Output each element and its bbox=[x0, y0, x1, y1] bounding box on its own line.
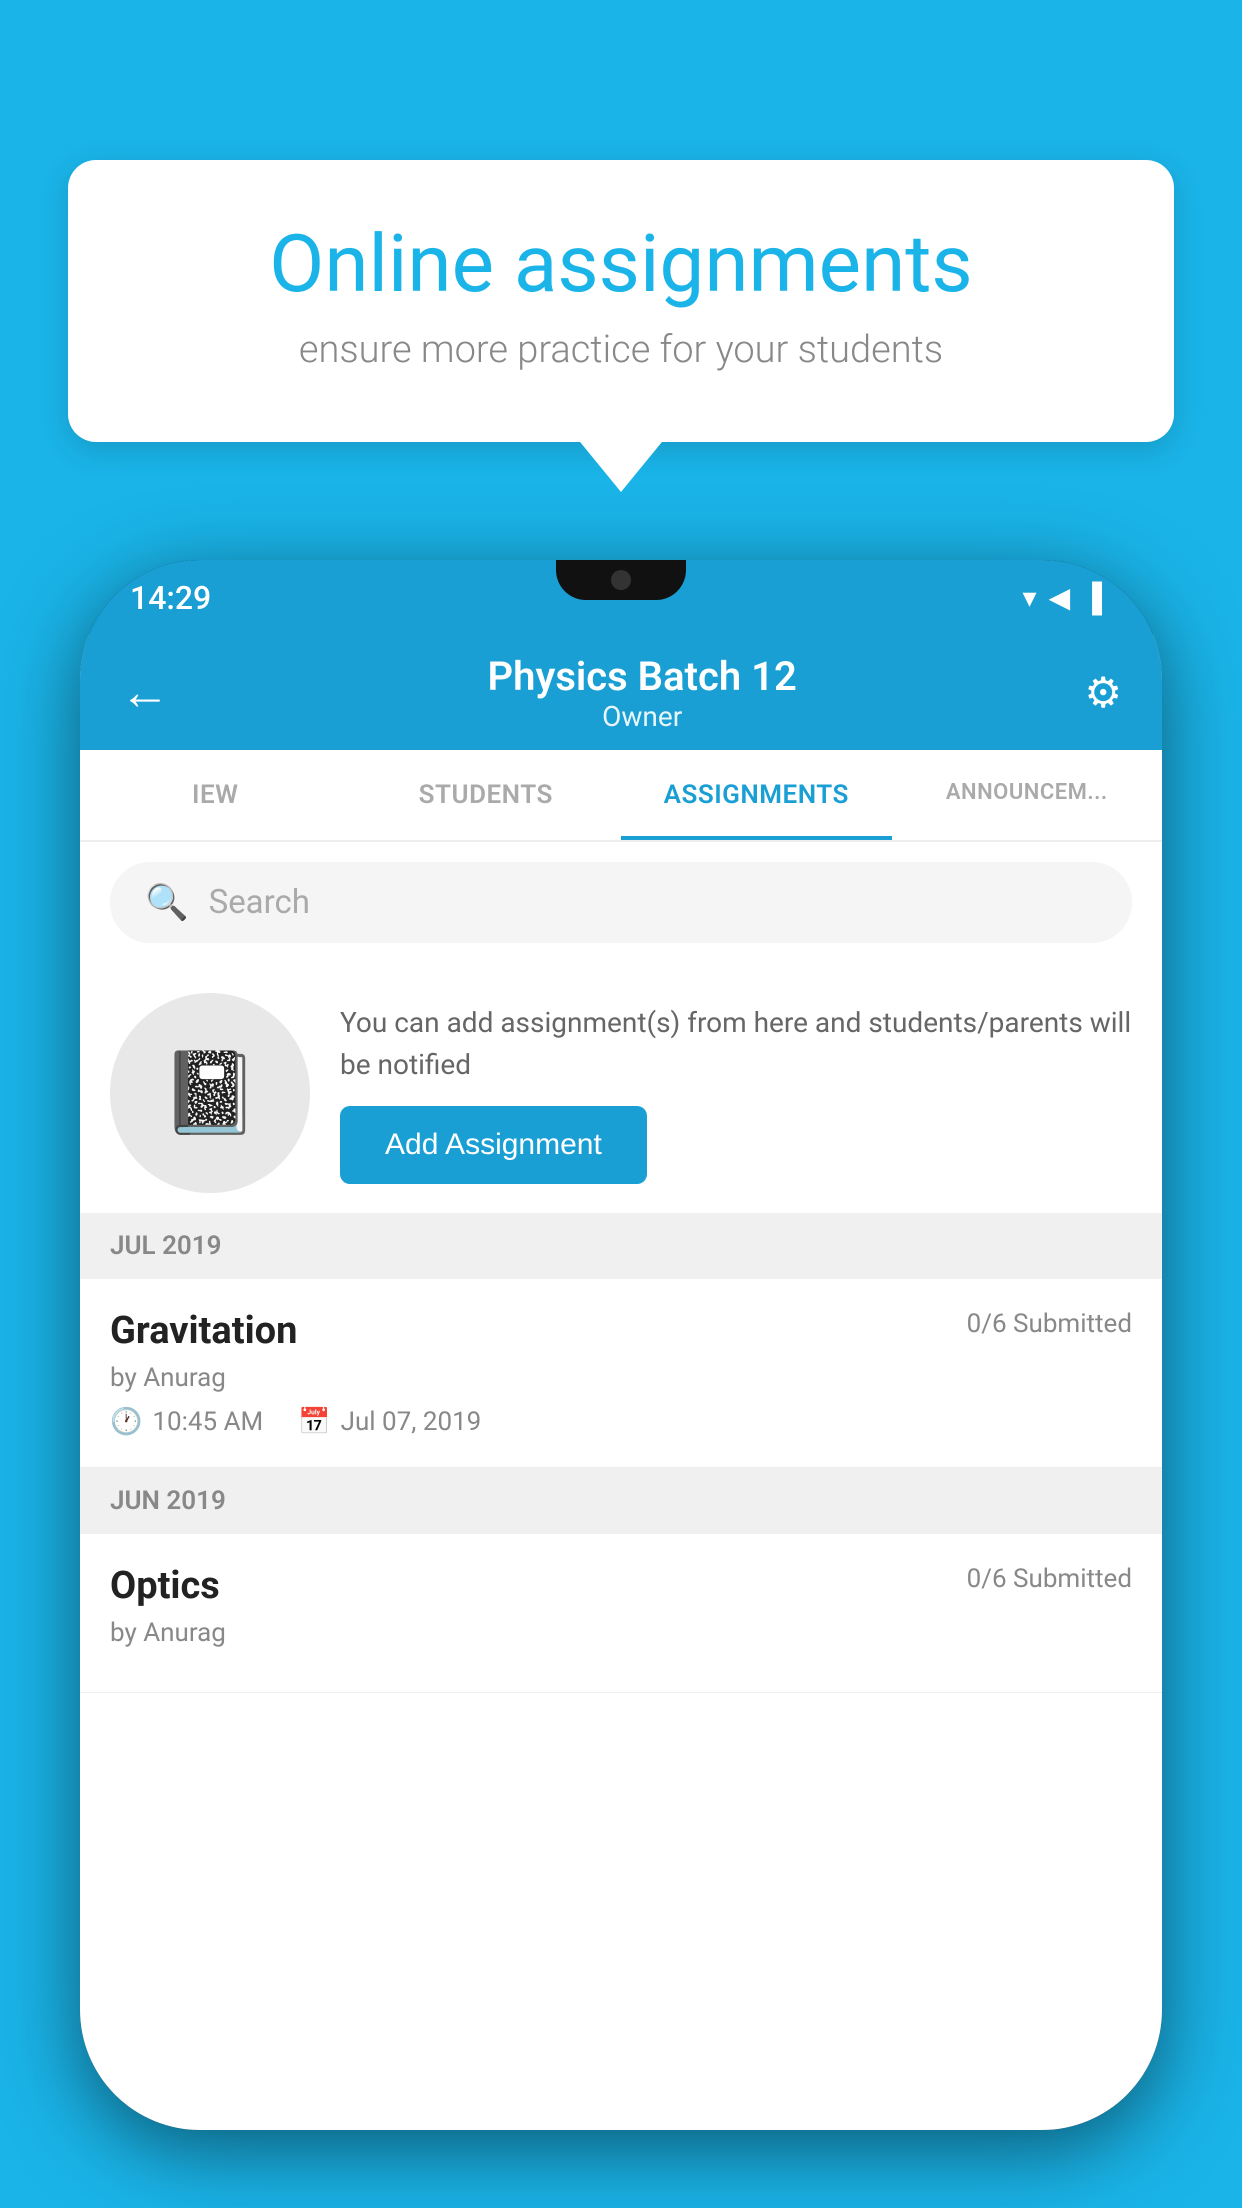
speech-bubble: Online assignments ensure more practice … bbox=[68, 160, 1174, 442]
phone-container: 14:29 ▾ ◀ ▐ ← Physics Batch 12 Owner ⚙ I… bbox=[80, 560, 1162, 2208]
tab-students[interactable]: STUDENTS bbox=[351, 750, 622, 840]
status-bar: 14:29 ▾ ◀ ▐ bbox=[80, 560, 1162, 635]
back-button[interactable]: ← bbox=[120, 663, 170, 722]
app-bar-subtitle: Owner bbox=[200, 700, 1084, 733]
assignment-meta-gravitation: 🕐 10:45 AM 📅 Jul 07, 2019 bbox=[110, 1407, 1132, 1437]
battery-icon: ▐ bbox=[1082, 581, 1102, 614]
phone: 14:29 ▾ ◀ ▐ ← Physics Batch 12 Owner ⚙ I… bbox=[80, 560, 1162, 2130]
section-header-jul-label: JUL 2019 bbox=[110, 1231, 222, 1261]
wifi-icon: ▾ bbox=[1023, 581, 1037, 614]
assignment-icon-circle: 📓 bbox=[110, 993, 310, 1193]
section-header-jun-label: JUN 2019 bbox=[110, 1486, 226, 1516]
bubble-subtitle: ensure more practice for your students bbox=[138, 328, 1104, 372]
app-bar-title-group: Physics Batch 12 Owner bbox=[200, 653, 1084, 733]
tab-assignments[interactable]: ASSIGNMENTS bbox=[621, 750, 892, 840]
clock-icon: 🕐 bbox=[110, 1407, 142, 1437]
assignment-by-optics: by Anurag bbox=[110, 1618, 1132, 1648]
assignment-submitted-optics: 0/6 Submitted bbox=[967, 1564, 1132, 1594]
assignment-date-value: Jul 07, 2019 bbox=[341, 1407, 482, 1437]
section-header-jul: JUL 2019 bbox=[80, 1213, 1162, 1279]
assignment-item-optics[interactable]: Optics 0/6 Submitted by Anurag bbox=[80, 1534, 1162, 1693]
add-assignment-section: 📓 You can add assignment(s) from here an… bbox=[80, 963, 1162, 1213]
status-icons: ▾ ◀ ▐ bbox=[1023, 581, 1102, 614]
assignment-item-header-optics: Optics 0/6 Submitted bbox=[110, 1564, 1132, 1608]
assignment-time-value: 10:45 AM bbox=[152, 1407, 263, 1437]
assignment-item-gravitation[interactable]: Gravitation 0/6 Submitted by Anurag 🕐 10… bbox=[80, 1279, 1162, 1468]
tab-announcements[interactable]: ANNOUNCEM... bbox=[892, 750, 1163, 840]
assignment-time: 🕐 10:45 AM bbox=[110, 1407, 263, 1437]
front-camera bbox=[611, 570, 631, 590]
app-bar: ← Physics Batch 12 Owner ⚙ bbox=[80, 635, 1162, 750]
status-time: 14:29 bbox=[130, 579, 211, 617]
add-assignment-button[interactable]: Add Assignment bbox=[340, 1106, 647, 1184]
app-bar-title: Physics Batch 12 bbox=[200, 653, 1084, 700]
search-placeholder: Search bbox=[209, 883, 310, 922]
add-assignment-right: You can add assignment(s) from here and … bbox=[340, 1002, 1132, 1184]
notebook-icon: 📓 bbox=[160, 1046, 260, 1140]
phone-inner: ← Physics Batch 12 Owner ⚙ IEW STUDENTS … bbox=[80, 635, 1162, 2130]
assignment-title-optics: Optics bbox=[110, 1564, 220, 1608]
assignment-date: 📅 Jul 07, 2019 bbox=[298, 1407, 481, 1437]
tab-bar: IEW STUDENTS ASSIGNMENTS ANNOUNCEM... bbox=[80, 750, 1162, 842]
section-header-jun: JUN 2019 bbox=[80, 1468, 1162, 1534]
search-input-wrapper[interactable]: 🔍 Search bbox=[110, 862, 1132, 943]
search-bar: 🔍 Search bbox=[80, 842, 1162, 963]
settings-button[interactable]: ⚙ bbox=[1084, 668, 1122, 718]
assignment-item-header: Gravitation 0/6 Submitted bbox=[110, 1309, 1132, 1353]
assignment-title-gravitation: Gravitation bbox=[110, 1309, 297, 1353]
assignment-submitted-gravitation: 0/6 Submitted bbox=[967, 1309, 1132, 1339]
search-icon: 🔍 bbox=[145, 882, 189, 923]
bubble-title: Online assignments bbox=[138, 220, 1104, 308]
assignment-by-gravitation: by Anurag bbox=[110, 1363, 1132, 1393]
tab-iew[interactable]: IEW bbox=[80, 750, 351, 840]
calendar-icon: 📅 bbox=[298, 1407, 330, 1437]
add-assignment-desc: You can add assignment(s) from here and … bbox=[340, 1002, 1132, 1086]
signal-icon: ◀ bbox=[1049, 581, 1071, 614]
notch bbox=[556, 560, 686, 600]
